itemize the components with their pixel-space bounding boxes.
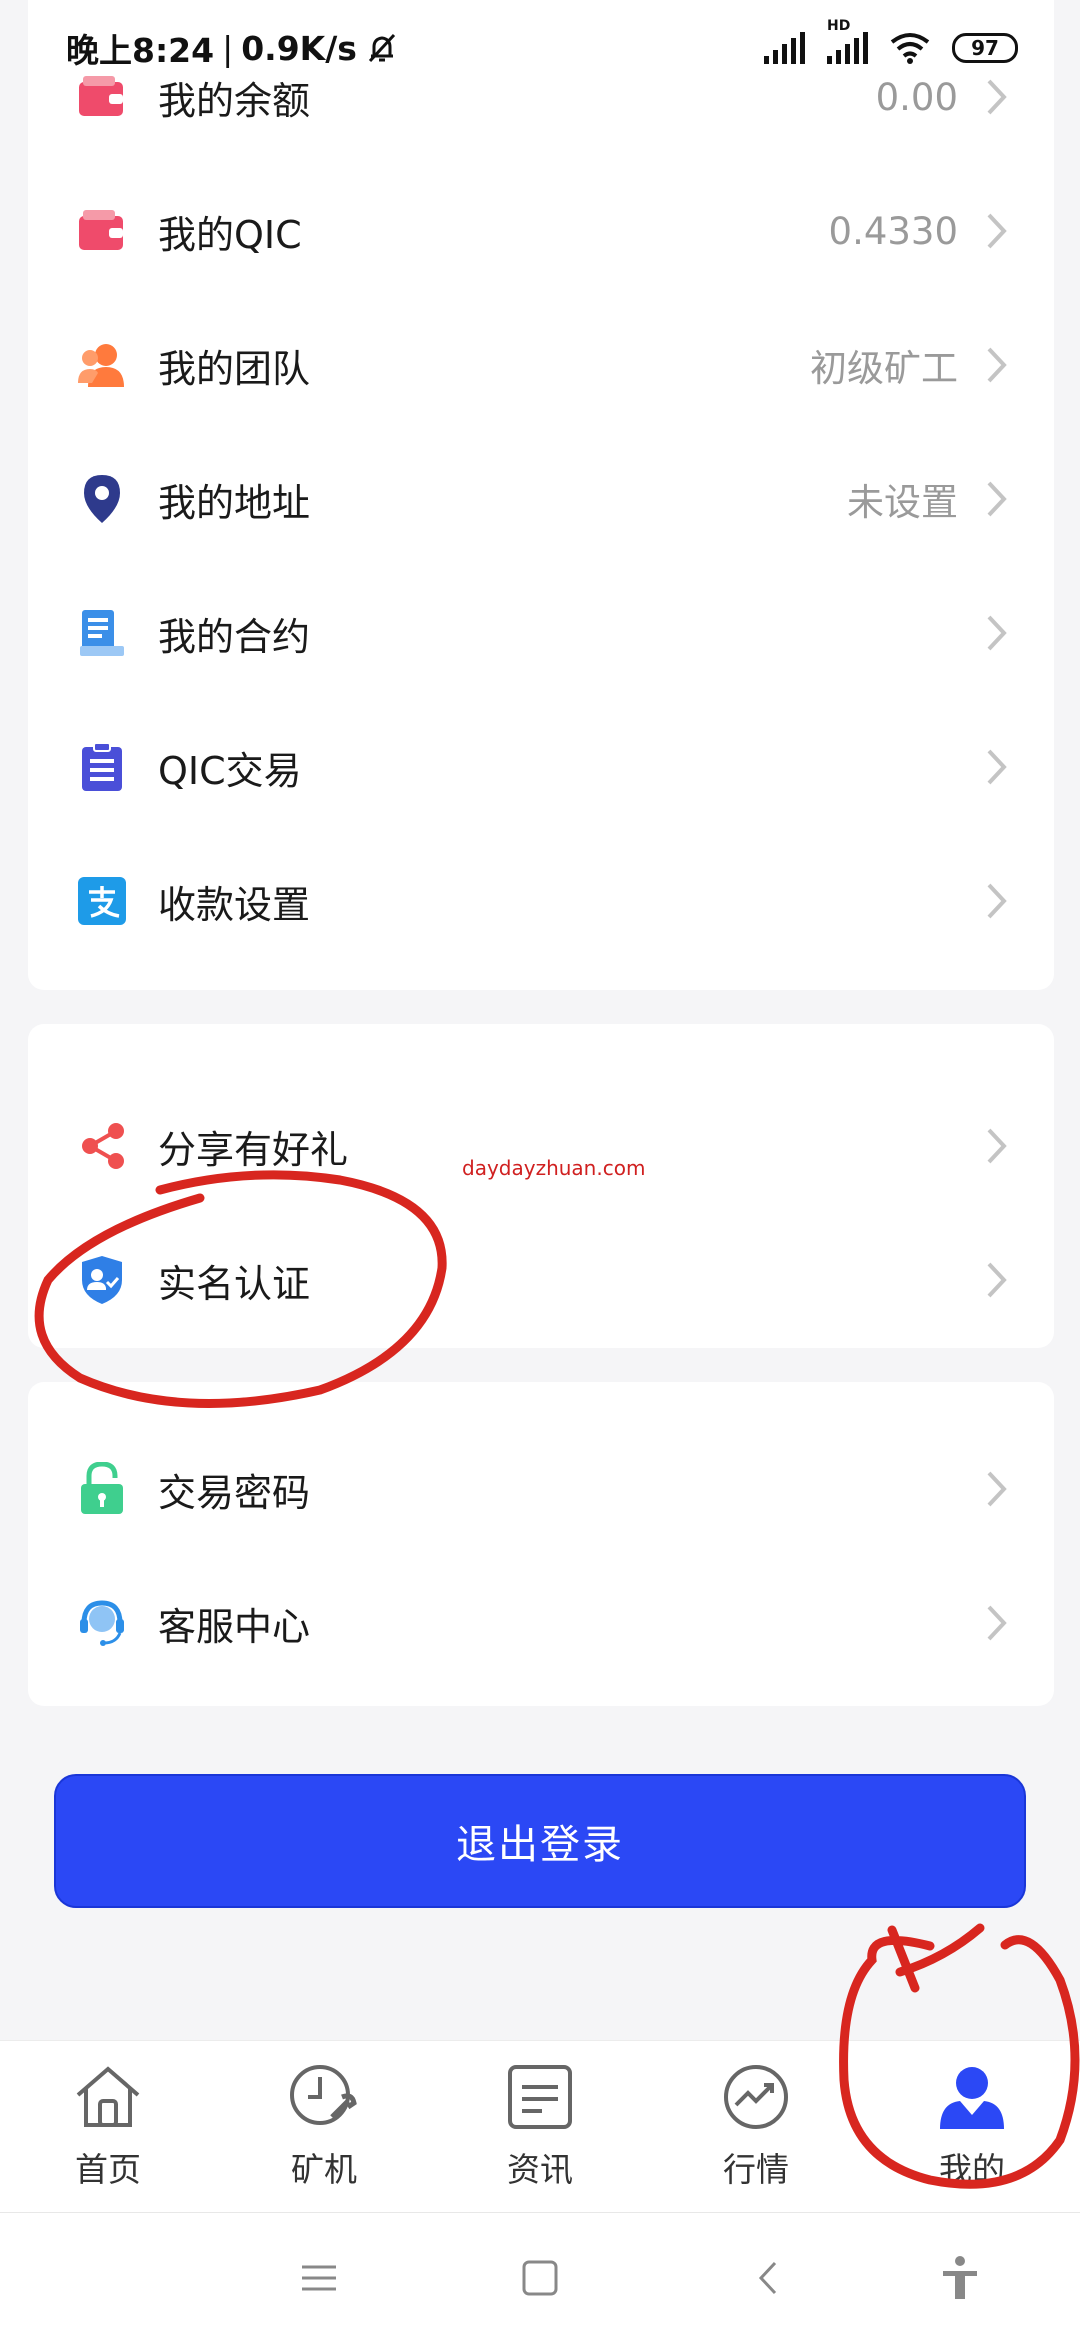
system-nav-bar bbox=[0, 2212, 1080, 2340]
menu-row-qic-trade[interactable]: QIC交易 bbox=[28, 700, 1054, 834]
signal-hd-icon: HD bbox=[827, 18, 868, 64]
network-badge: HD bbox=[827, 18, 851, 34]
menu-row-address[interactable]: 我的地址 未设置 bbox=[28, 432, 1054, 566]
back-icon[interactable] bbox=[745, 2253, 795, 2303]
menu-row-label: 客服中心 bbox=[158, 1604, 311, 1649]
menu-card-security: 交易密码 客服中心 bbox=[28, 1382, 1054, 1706]
menu-row-realname-verify[interactable]: 实名认证 bbox=[28, 1213, 1054, 1347]
wallet-icon bbox=[76, 205, 128, 257]
tab-label: 矿机 bbox=[291, 2150, 357, 2189]
menu-card-rewards: 分享有好礼 实名认证 bbox=[28, 1024, 1054, 1348]
menu-icon[interactable] bbox=[294, 2253, 344, 2303]
wifi-icon bbox=[890, 33, 930, 64]
menu-card-account: 我的余额 0.00 我的QIC 0.4330 我的团队 初级矿工 我的地址 未设… bbox=[28, 0, 1054, 990]
news-icon bbox=[508, 2065, 572, 2129]
tab-label: 我的 bbox=[939, 2150, 1005, 2189]
unlock-icon bbox=[76, 1462, 128, 1515]
menu-row-label: 交易密码 bbox=[158, 1470, 311, 1515]
team-icon bbox=[76, 339, 128, 391]
location-pin-icon bbox=[76, 473, 128, 525]
menu-row-label: 我的合约 bbox=[158, 614, 311, 659]
chevron-right-icon bbox=[987, 1262, 1007, 1298]
tab-label: 行情 bbox=[723, 2150, 789, 2189]
signal-icon bbox=[764, 32, 805, 64]
chevron-right-icon bbox=[987, 883, 1007, 919]
chevron-right-icon bbox=[987, 481, 1007, 517]
trend-icon bbox=[724, 2065, 788, 2129]
chevron-right-icon bbox=[987, 1605, 1007, 1641]
accessibility-icon[interactable] bbox=[935, 2253, 985, 2303]
menu-row-label: QIC交易 bbox=[158, 748, 302, 793]
watermark-text: daydayzhuan.com bbox=[462, 1156, 646, 1180]
clipboard-list-icon bbox=[76, 741, 128, 793]
miner-clock-icon bbox=[290, 2065, 357, 2125]
tab-news[interactable]: 资讯 bbox=[432, 2041, 648, 2212]
menu-row-share[interactable]: 分享有好礼 bbox=[28, 1079, 1054, 1213]
menu-row-qic[interactable]: 我的QIC 0.4330 bbox=[28, 164, 1054, 298]
mute-bell-icon bbox=[368, 33, 396, 63]
share-icon bbox=[76, 1120, 128, 1172]
chevron-right-icon bbox=[987, 347, 1007, 383]
menu-row-label: 我的地址 bbox=[158, 480, 311, 525]
verified-user-icon bbox=[76, 1254, 128, 1306]
contract-icon bbox=[76, 607, 128, 659]
menu-row-team[interactable]: 我的团队 初级矿工 bbox=[28, 298, 1054, 432]
profile-icon bbox=[940, 2067, 1004, 2129]
menu-row-label: 我的团队 bbox=[158, 346, 311, 391]
status-divider: | bbox=[222, 28, 234, 68]
menu-row-trade-password[interactable]: 交易密码 bbox=[28, 1422, 1054, 1556]
chevron-right-icon bbox=[987, 213, 1007, 249]
menu-row-label: 我的QIC bbox=[158, 212, 302, 257]
menu-row-payment-settings[interactable]: 收款设置 bbox=[28, 834, 1054, 968]
tab-home[interactable]: 首页 bbox=[0, 2041, 216, 2212]
tab-market[interactable]: 行情 bbox=[648, 2041, 864, 2212]
tab-profile[interactable]: 我的 bbox=[864, 2041, 1080, 2212]
menu-row-label: 收款设置 bbox=[158, 882, 311, 927]
home-square-icon[interactable] bbox=[515, 2253, 565, 2303]
menu-row-value: 初级矿工 bbox=[810, 347, 958, 390]
tab-label: 资讯 bbox=[507, 2150, 573, 2189]
menu-row-label: 实名认证 bbox=[158, 1261, 311, 1306]
status-right: HD 97 bbox=[764, 18, 1018, 64]
bottom-tab-bar: 首页 矿机 资讯 行情 我的 bbox=[0, 2040, 1080, 2212]
tab-label: 首页 bbox=[75, 2150, 141, 2189]
menu-row-contract[interactable]: 我的合约 bbox=[28, 566, 1054, 700]
chevron-right-icon bbox=[987, 1471, 1007, 1507]
menu-row-value: 0.4330 bbox=[828, 209, 958, 253]
network-speed: 0.9K/s bbox=[241, 28, 357, 68]
chevron-right-icon bbox=[987, 1128, 1007, 1164]
status-time: 晚上8:24 bbox=[66, 31, 215, 70]
home-icon bbox=[76, 2066, 140, 2127]
headset-icon bbox=[76, 1597, 128, 1649]
logout-button[interactable]: 退出登录 bbox=[54, 1774, 1026, 1908]
alipay-icon bbox=[76, 875, 128, 927]
chevron-right-icon bbox=[987, 615, 1007, 651]
chevron-right-icon bbox=[987, 749, 1007, 785]
status-bar: 晚上8:24 | 0.9K/s HD 97 bbox=[0, 0, 1080, 96]
menu-row-value: 未设置 bbox=[847, 481, 958, 524]
battery-indicator: 97 bbox=[952, 33, 1018, 63]
tab-miner[interactable]: 矿机 bbox=[216, 2041, 432, 2212]
status-left: 晚上8:24 | 0.9K/s bbox=[66, 24, 399, 72]
menu-row-customer-service[interactable]: 客服中心 bbox=[28, 1556, 1054, 1690]
